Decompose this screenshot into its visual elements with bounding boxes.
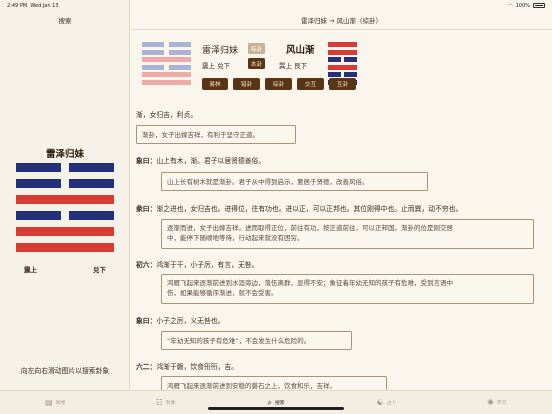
xiang-text: 山上有木，渐。君子以居贤德善俗。 [156, 157, 266, 165]
battery-percent: 100% [515, 2, 530, 9]
hexagram-name: 雷泽归妹 [45, 149, 84, 160]
page-title: 雷泽归妹 → 风山渐（综卦） [300, 17, 383, 25]
tab-label: 搜索 [274, 401, 285, 406]
line1-xiang-row: 象曰：小子之厉，义无咎也。 [136, 315, 224, 325]
tuan-note: 逐渐而进，女子出嫁吉祥。进而取得正位，前往有功，按正道前往，可以正邦国。渐卦的位… [161, 219, 534, 249]
status-bar: 2:49 PM Wed Jan 13 ◠ 100% [0, 0, 552, 11]
header-divider [131, 29, 552, 30]
yilin-button[interactable]: 易林 [202, 78, 228, 90]
upper-trigram-label: 震上 [24, 266, 37, 274]
line2-label: 六二： [136, 363, 157, 371]
faint-hexagram [142, 42, 191, 88]
tab-guaxiang[interactable]: ☷ 卦象 [110, 391, 220, 414]
book-icon: ▤ [45, 398, 53, 407]
target-trigrams: 巽上 艮下 [279, 62, 308, 70]
hexagram-line-5 [16, 179, 114, 188]
xiang-line: 象曰：山上有木，渐。君子以居贤德善俗。 [136, 155, 265, 165]
xiang-note: 山上长有树木就是渐卦。君子从中得到启示，要居于贤德，改善风俗。 [161, 172, 428, 191]
judgement-text: 渐，女归吉，利贞。 [136, 111, 198, 119]
lower-trigram-label: 兑下 [93, 266, 106, 274]
tab-label: 学习 [496, 401, 507, 406]
ben-tag: 本卦 [248, 58, 266, 69]
judgement-note: 渐卦，女子出嫁吉祥，有利于坚守正道。 [136, 125, 296, 144]
tab-bar: ▤ 易经 ☷ 卦象 ⌕ 搜索 ☯ 占卜 ✺ 学习 [0, 390, 552, 414]
zonggua-button[interactable]: 综卦 [265, 78, 292, 90]
home-indicator [208, 407, 344, 410]
line1-note-line-2: 伤，如果能够循序渐进，就不会受害。 [167, 289, 278, 297]
line1-xiang-note: “年幼无知的孩子有危难”，不会发生什么危险的。 [161, 331, 352, 350]
jiaohu-button[interactable]: 交互 [297, 78, 324, 90]
tuan-note-line-2: 中，能停下随顺地等待，行动起来就没有困穷。 [167, 234, 304, 242]
line2-note: 鸿雁飞起来逐渐前进到安稳的磐石之上，饮食和乐，吉祥。 [161, 376, 387, 390]
sidebar-title: 搜索 [58, 17, 72, 25]
yin-yang-icon: ☯ [376, 398, 384, 407]
hexagram-icon: ☷ [155, 398, 163, 407]
line1-label: 初六： [136, 261, 157, 269]
hexagram-line-4 [16, 195, 114, 204]
faint-trigrams: 震上 兑下 [202, 62, 231, 70]
swipe-hint: 向左向右滑动图片以搜索卦象 [20, 367, 110, 375]
hexagram-line-1 [16, 243, 114, 252]
tab-search[interactable]: ⌕ 搜索 [221, 391, 331, 414]
hexagram-line-2 [16, 227, 114, 236]
sidebar: 搜索 雷泽归妹 震上 兑下 向左向右滑动图片以搜索卦象 [0, 0, 130, 390]
target-hexagram-name: 风山渐 [286, 45, 315, 56]
tab-label: 卦象 [165, 401, 176, 406]
trigram-labels: 震上 兑下 [24, 264, 106, 274]
line1-xiang-text: 小子之厉，义无咎也。 [156, 317, 225, 325]
tab-study[interactable]: ✺ 学习 [442, 391, 552, 414]
line1-text: 鸿渐于干，小子厉，有言，无咎。 [156, 261, 259, 269]
tuan-label: 彖曰： [136, 205, 157, 213]
hexagram-image[interactable] [16, 163, 114, 259]
cuogua-button[interactable]: 错卦 [233, 78, 260, 90]
line1-note-line-1: 鸿雁飞起来逐渐前进到水涯旁边，落伍离群，显得不安；象征着年幼无知的孩子有危难，受… [167, 279, 453, 287]
hexagram-line-3 [16, 211, 114, 220]
tab-zhanbu[interactable]: ☯ 占卜 [331, 391, 441, 414]
tuan-line: 彖曰：渐之进也，女归吉也。进得位，往有功也。进以正，可以正邦也。其位刚得中也。止… [136, 203, 462, 213]
tab-label: 易经 [55, 401, 66, 406]
zong-tag: 综卦 [248, 43, 266, 54]
line2-text: 鸿渐于磐，饮食衎衎，吉。 [156, 363, 238, 371]
tab-label: 占卜 [386, 401, 397, 406]
tab-yijing[interactable]: ▤ 易经 [0, 391, 110, 414]
status-time: 2:49 PM [7, 2, 28, 9]
battery-icon [533, 3, 545, 8]
main-panel: 雷泽归妹 → 风山渐（综卦） 雷泽归妹 综卦 震上 兑下 本卦 风山渐 巽上 艮… [131, 0, 552, 390]
xiang-label: 象曰： [136, 157, 157, 165]
line2-row: 六二：鸿渐于磐，饮食衎衎，吉。 [136, 361, 238, 371]
line1-row: 初六：鸿渐于干，小子厉，有言，无咎。 [136, 259, 258, 269]
line1-xiang-label: 象曰： [136, 317, 157, 325]
hexagram-line-6 [16, 163, 114, 172]
tuan-text: 渐之进也，女归吉也。进得位，往有功也。进以正，可以正邦也。其位刚得中也。止而巽，… [156, 205, 463, 213]
search-icon: ⌕ [267, 397, 272, 407]
line1-note: 鸿雁飞起来逐渐前进到水涯旁边，落伍离群，显得不安；象征着年幼无知的孩子有危难，受… [161, 274, 534, 304]
faint-hexagram-name: 雷泽归妹 [202, 46, 239, 56]
wifi-icon: ◠ [508, 2, 513, 9]
tuan-note-line-1: 逐渐而进，女子出嫁吉祥。进而取得正位，前往有功，按正道前往，可以正邦国。渐卦的位… [167, 224, 453, 232]
hugua-button[interactable]: 互卦 [329, 78, 356, 90]
status-date: Wed Jan 13 [30, 2, 59, 9]
lightbulb-icon: ✺ [487, 398, 494, 407]
